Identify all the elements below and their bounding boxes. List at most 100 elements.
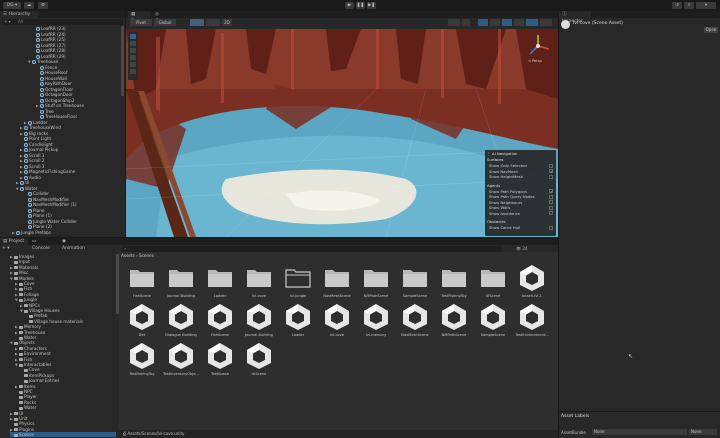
hierarchy-row[interactable]: ▼ Treehouse: [28, 59, 58, 64]
hierarchy-row[interactable]: OctagonDoor: [36, 92, 73, 97]
tab-project[interactable]: ▤ Project: [0, 238, 28, 245]
transform-tool-icon[interactable]: [130, 69, 136, 74]
hierarchy-row[interactable]: TreeHouseFloor: [36, 114, 77, 119]
scene-asset[interactable]: TestSpace: [203, 340, 237, 380]
hierarchy-row[interactable]: Jungle Water Collider: [24, 219, 77, 224]
overlay-checkbox[interactable]: [549, 194, 553, 199]
project-folder-row[interactable]: ▶ Misc: [10, 270, 28, 275]
project-folder-row[interactable]: Journal Entries: [20, 378, 59, 383]
tab-animation[interactable]: ◉ Animation: [59, 238, 93, 251]
scene-asset[interactable]: TestFishingToy: [125, 340, 159, 380]
persp-label[interactable]: < Persp: [528, 59, 542, 63]
account-button[interactable]: DG ▾: [3, 2, 21, 9]
project-folder-row[interactable]: NPC: [15, 389, 33, 394]
scene-asset[interactable]: TestEnvironment...: [515, 301, 549, 341]
hierarchy-search[interactable]: + ▾ All: [2, 19, 123, 25]
step-button[interactable]: ▶❚: [367, 2, 376, 9]
overlay-option[interactable]: Show Only Selected: [489, 163, 556, 168]
scene-asset[interactable]: UIScene: [242, 340, 276, 380]
overlay-section-head[interactable]: Surfaces: [487, 157, 503, 162]
project-folder-row[interactable]: ▶ Characters: [15, 346, 47, 351]
scene-asset[interactable]: Ladder: [281, 301, 315, 341]
assetbundle-variant-dropdown[interactable]: None: [689, 429, 717, 435]
cloud-icon[interactable]: ☁: [24, 2, 34, 9]
overlay-checkbox[interactable]: [549, 205, 553, 210]
overlay-option[interactable]: Show NavMesh ✓: [489, 169, 556, 174]
folder-asset[interactable]: NavMeshScene: [320, 262, 354, 302]
lighting-toggle[interactable]: [462, 19, 470, 26]
hierarchy-row[interactable]: ▶ Ladder: [24, 120, 48, 125]
overlay-option[interactable]: Show Carve Hull: [489, 225, 556, 230]
folder-asset[interactable]: TestFishingToy: [437, 262, 471, 302]
snap-increment[interactable]: [206, 19, 220, 26]
project-folder-row[interactable]: Player: [15, 394, 37, 399]
overlay-checkbox[interactable]: [549, 225, 553, 230]
scene-asset[interactable]: FishScene: [203, 301, 237, 341]
project-folder-row[interactable]: ▼ Jungle: [15, 297, 37, 302]
effects-dropdown[interactable]: [490, 19, 500, 26]
scene-asset[interactable]: TestInventoryObje...: [163, 340, 199, 380]
breadcrumb-assets[interactable]: Assets: [121, 253, 135, 258]
hierarchy-row[interactable]: ▶ Journal Pickup: [20, 147, 58, 152]
hand-tool-icon[interactable]: [130, 34, 136, 39]
move-tool-icon[interactable]: [130, 41, 136, 46]
hierarchy-row[interactable]: Plane (1): [24, 213, 52, 218]
project-folder-row[interactable]: ▼ Models: [10, 276, 34, 281]
collab-icon[interactable]: ⚙: [38, 2, 48, 9]
project-folder-row[interactable]: ▶ Memory: [15, 324, 41, 329]
hierarchy-row[interactable]: Point Light: [20, 136, 51, 141]
scene-asset[interactable]: SampleScene: [476, 301, 510, 341]
tab-hierarchy[interactable]: ☰ Hierarchy: [0, 11, 38, 18]
folder-asset[interactable]: NMPathScene: [359, 262, 393, 302]
project-folder-row[interactable]: ▼ Village Houses: [20, 308, 60, 313]
scale-tool-icon[interactable]: [130, 55, 136, 60]
scene-asset[interactable]: NavMeshScene: [398, 301, 432, 341]
project-folder-row[interactable]: Cove: [20, 367, 40, 372]
hierarchy-row[interactable]: Tree: [36, 109, 54, 114]
pause-button[interactable]: ❚❚: [356, 2, 365, 9]
overlay-option[interactable]: Show HeightMesh: [489, 174, 556, 179]
overlay-option[interactable]: Show Path Polygons ✓: [489, 189, 556, 194]
project-folder-row[interactable]: Village house materials: [25, 319, 83, 324]
rect-tool-icon[interactable]: [130, 62, 136, 67]
add-icon[interactable]: + ▾: [4, 19, 11, 25]
project-folder-row[interactable]: ItemPickups: [20, 373, 54, 378]
hierarchy-row[interactable]: Plane (2): [24, 224, 52, 229]
project-folder-row[interactable]: ▶ NPCs: [20, 303, 40, 308]
project-folder-row[interactable]: ▶ Unit: [10, 416, 28, 421]
scene-asset[interactable]: beach-lvl-1: [515, 262, 549, 302]
hierarchy-row[interactable]: ▶ Audio: [20, 175, 41, 180]
open-button[interactable]: Open: [704, 27, 718, 33]
gizmos-dropdown[interactable]: [540, 19, 552, 26]
tab-inspector[interactable]: ⓘ Inspector: [559, 11, 591, 24]
project-folder-row[interactable]: ▶ Images: [10, 254, 34, 259]
gizmos-toggle[interactable]: [526, 19, 538, 26]
pivot-dropdown[interactable]: Pivot: [130, 19, 152, 26]
layout-dropdown[interactable]: ▾: [696, 2, 716, 9]
scene-asset[interactable]: lvl-cove: [320, 301, 354, 341]
audio-toggle[interactable]: [478, 19, 488, 26]
hierarchy-row[interactable]: ▶ TreehouseWind: [20, 125, 61, 130]
folder-asset[interactable]: Ladder: [203, 262, 237, 302]
hierarchy-row[interactable]: ▼ Water: [16, 186, 37, 191]
project-folder-row[interactable]: Water: [15, 405, 36, 410]
scene-asset[interactable]: NMPathScene: [437, 301, 471, 341]
project-folder-row[interactable]: ▼ Objects: [10, 340, 35, 345]
project-folder-row[interactable]: ▶ Materials: [10, 265, 38, 270]
hierarchy-row[interactable]: LeafRR (24): [32, 32, 66, 37]
scene-asset[interactable]: Dialogue Building: [164, 301, 198, 341]
folder-asset[interactable]: UIScene: [476, 262, 510, 302]
overlay-option[interactable]: Show Neighbours: [489, 200, 556, 205]
hierarchy-row[interactable]: NavMeshModifier: [24, 197, 69, 202]
project-folder-row[interactable]: Scenes: [10, 432, 116, 438]
hierarchy-row[interactable]: ▶ Big rocks: [20, 131, 48, 136]
project-folder-row[interactable]: ▶ Foliage: [15, 292, 39, 297]
project-folder-row[interactable]: ▶ Plugins: [10, 427, 34, 432]
overlay-section-head[interactable]: Agents: [487, 183, 500, 188]
overlay-checkbox[interactable]: [549, 174, 553, 179]
project-folder-row[interactable]: ▼ Interactables: [15, 362, 52, 367]
mode-2d-toggle[interactable]: 2D: [222, 19, 232, 26]
hierarchy-row[interactable]: Fence: [36, 65, 57, 70]
overlay-checkbox[interactable]: ✓: [549, 169, 553, 174]
overlay-option[interactable]: Show Avoidance: [489, 211, 556, 216]
